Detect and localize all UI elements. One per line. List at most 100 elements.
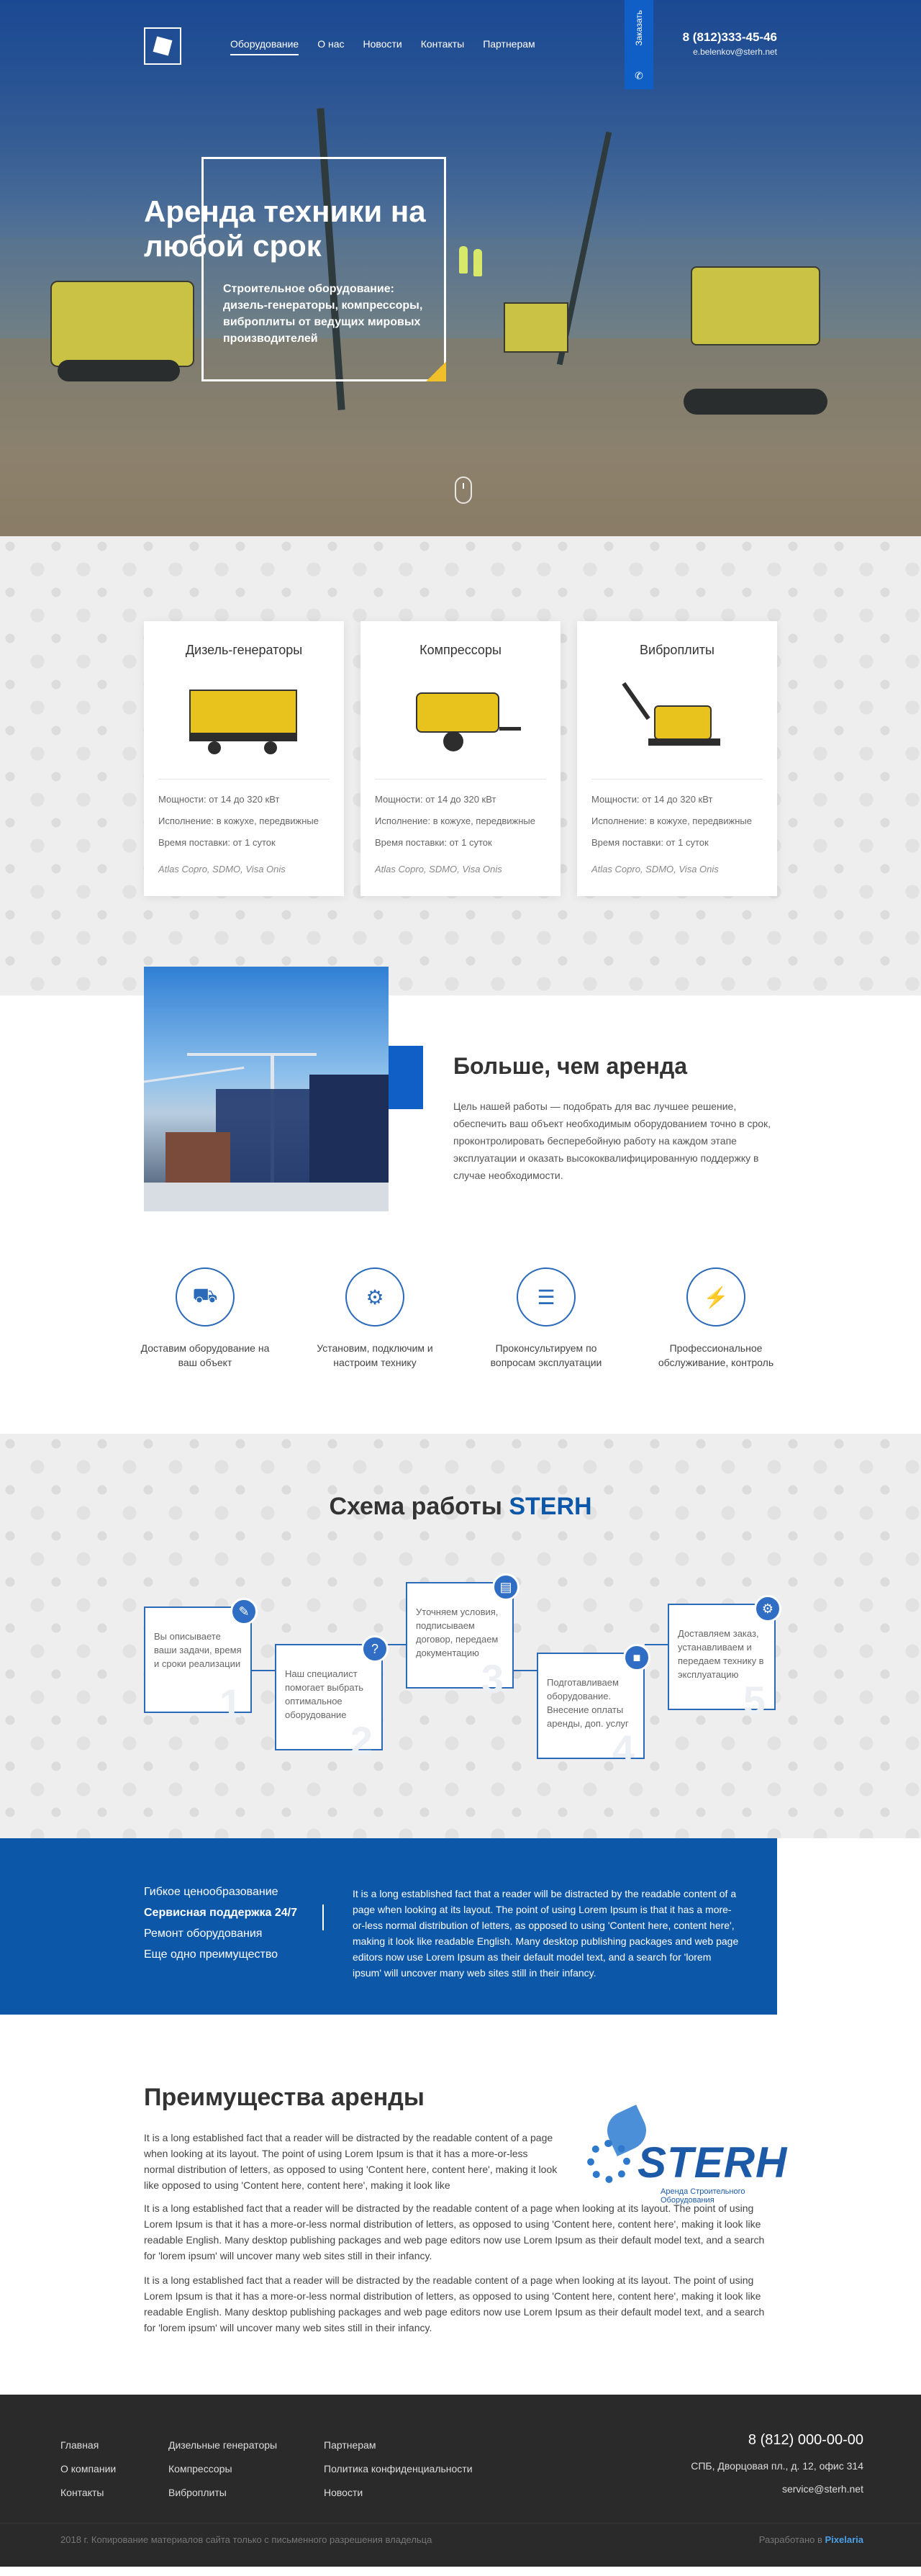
step-number: 1 <box>219 1681 242 1726</box>
header-contacts: 8 (812)333-45-46 e.belenkov@sterh.net <box>683 30 777 57</box>
card-exec: Исполнение: в кожухе, передвижные <box>591 815 752 826</box>
advantage-tab[interactable]: Еще одно преимущество <box>144 1948 297 1961</box>
nav-contacts[interactable]: Контакты <box>421 38 464 55</box>
card-brands: Atlas Copro, SDMO, Visa Onis <box>375 864 502 875</box>
worker-figure <box>473 249 482 276</box>
advantage-tab-active[interactable]: Сервисная поддержка 24/7 <box>144 1907 297 1920</box>
dev-link[interactable]: Pixelaria <box>825 2534 864 2545</box>
logo-word: STERH <box>638 2138 788 2187</box>
feature-item: ☰ Проконсультируем по вопросам эксплуата… <box>478 1267 614 1370</box>
nav-about[interactable]: О нас <box>317 38 344 55</box>
feature-label: Проконсультируем по вопросам эксплуатаци… <box>490 1342 602 1368</box>
nav-equipment[interactable]: Оборудование <box>230 38 299 55</box>
step-number: 2 <box>350 1718 373 1763</box>
hero-title: Аренда техники на любой срок <box>144 194 426 263</box>
pencil-icon: ✎ <box>230 1598 258 1625</box>
site-header: Оборудование О нас Новости Контакты Парт… <box>0 0 921 94</box>
footer-link-generators[interactable]: Дизельные генераторы <box>168 2433 277 2457</box>
step-text: Подготавливаем оборудование. Внесение оп… <box>547 1677 629 1729</box>
step-text: Вы описываете ваши задачи, время и сроки… <box>154 1631 242 1669</box>
nav-news[interactable]: Новости <box>363 38 402 55</box>
workflow-title-text: Схема работы <box>329 1493 502 1520</box>
logo-mark-icon <box>153 36 173 56</box>
workflow-step: ✎ 1 Вы описываете ваши задачи, время и с… <box>144 1598 258 1726</box>
document-icon: ▤ <box>492 1573 520 1601</box>
card-time: Время поставки: от 1 суток <box>375 837 492 848</box>
consult-icon: ☰ <box>517 1267 576 1327</box>
about-section: Больше, чем аренда Цель нашей работы — п… <box>0 967 921 1434</box>
drill-head <box>504 302 568 353</box>
machine-track <box>684 389 827 415</box>
header-email[interactable]: e.belenkov@sterh.net <box>683 47 777 57</box>
truck-icon: ⛟ <box>176 1267 235 1327</box>
footer-link-compressors[interactable]: Компрессоры <box>168 2457 277 2481</box>
dev-prefix: Разработано в <box>758 2534 822 2545</box>
advantage-tab[interactable]: Гибкое ценообразование <box>144 1886 297 1899</box>
advantages-band: Гибкое ценообразование Сервисная поддерж… <box>0 1838 777 2015</box>
card-exec: Исполнение: в кожухе, передвижные <box>158 815 319 826</box>
card-exec: Исполнение: в кожухе, передвижные <box>375 815 535 826</box>
order-label: Заказать <box>634 10 644 46</box>
benefits-paragraph: It is a long established fact that a rea… <box>144 2274 765 2333</box>
workflow-step: ? 2 Наш специалист помогает выбрать опти… <box>275 1635 389 1763</box>
copyright: 2018 г. Копирование материалов сайта тол… <box>60 2534 432 2545</box>
scroll-mouse-icon[interactable] <box>455 476 472 504</box>
header-phone[interactable]: 8 (812)333-45-46 <box>683 30 777 45</box>
construction-photo <box>144 967 389 1211</box>
benefits-paragraph: It is a long established fact that a rea… <box>144 2132 558 2191</box>
benefits-section: Преимущества аренды It is a long establi… <box>0 2015 921 2395</box>
advantage-text: It is a long established fact that a rea… <box>353 1888 739 1979</box>
service-icon: ⚡ <box>686 1267 745 1327</box>
footer-email[interactable]: service@sterh.net <box>691 2483 863 2495</box>
footer-phone[interactable]: 8 (812) 000-00-00 <box>691 2432 863 2449</box>
footer-link-contacts[interactable]: Контакты <box>60 2481 116 2505</box>
footer-col-main: Главная О компании Контакты <box>60 2433 116 2505</box>
compressor-image <box>403 677 521 756</box>
machine-track <box>58 360 180 381</box>
footer-col-info: Партнерам Политика конфиденциальности Но… <box>324 2433 473 2505</box>
footer-link-privacy[interactable]: Политика конфиденциальности <box>324 2457 473 2481</box>
step-text: Доставляем заказ, устанавливаем и переда… <box>678 1628 764 1680</box>
hero-section: Оборудование О нас Новости Контакты Парт… <box>0 0 921 536</box>
nav-partners[interactable]: Партнерам <box>483 38 535 55</box>
logo[interactable] <box>144 27 181 65</box>
order-button[interactable]: Заказать ✆ <box>625 0 653 89</box>
worker-figure <box>459 246 468 274</box>
gear-icon <box>587 2140 630 2183</box>
equipment-card[interactable]: Дизель-генераторы Мощности: от 14 до 320… <box>144 621 344 896</box>
equipment-card[interactable]: Виброплиты Мощности: от 14 до 320 кВт Ис… <box>577 621 777 896</box>
footer-address: СПБ, Дворцовая пл., д. 12, офис 314 <box>691 2460 863 2472</box>
footer-link-home[interactable]: Главная <box>60 2433 116 2457</box>
advantage-tab[interactable]: Ремонт оборудования <box>144 1928 297 1940</box>
card-brands: Atlas Copro, SDMO, Visa Onis <box>591 864 719 875</box>
footer-link-partners[interactable]: Партнерам <box>324 2433 473 2457</box>
footer-link-vibroplates[interactable]: Виброплиты <box>168 2481 277 2505</box>
compressor-machine <box>50 281 194 367</box>
sterh-logo: STERH Аренда Строительного Оборудования <box>581 2105 786 2205</box>
plate-compactor-image <box>620 677 735 756</box>
accent-bar <box>389 1046 423 1109</box>
gear-icon: ⚙ <box>754 1595 781 1622</box>
card-power: Мощности: от 14 до 320 кВт <box>158 794 280 805</box>
workflow-step: ▤ 3 Уточняем условия, подписываем догово… <box>406 1573 520 1701</box>
active-indicator <box>322 1904 324 1930</box>
feature-label: Доставим оборудование на ваш объект <box>140 1342 270 1368</box>
workflow-section: Схема работы STERH ✎ 1 Вы описываете ваш… <box>0 1434 921 1844</box>
settings-icon: ⚙ <box>345 1267 404 1327</box>
feature-label: Установим, подключим и настроим технику <box>317 1342 433 1368</box>
card-power: Мощности: от 14 до 320 кВт <box>375 794 496 805</box>
card-time: Время поставки: от 1 суток <box>158 837 276 848</box>
generator-image <box>186 677 301 756</box>
about-text: Цель нашей работы — подобрать для вас лу… <box>453 1101 771 1181</box>
workflow-step: ⚙ 5 Доставляем заказ, устанавливаем и пе… <box>668 1595 781 1721</box>
footer-link-news[interactable]: Новости <box>324 2481 473 2505</box>
site-footer: Главная О компании Контакты Дизельные ге… <box>0 2395 921 2567</box>
equipment-card[interactable]: Компрессоры Мощности: от 14 до 320 кВт И… <box>360 621 561 896</box>
step-number: 4 <box>612 1727 635 1772</box>
step-text: Наш специалист помогает выбрать оптималь… <box>285 1668 364 1720</box>
footer-link-about[interactable]: О компании <box>60 2457 116 2481</box>
box-icon: ■ <box>623 1644 650 1671</box>
question-icon: ? <box>361 1635 389 1663</box>
step-number: 3 <box>481 1656 504 1701</box>
workflow-title-brand: STERH <box>509 1493 592 1520</box>
